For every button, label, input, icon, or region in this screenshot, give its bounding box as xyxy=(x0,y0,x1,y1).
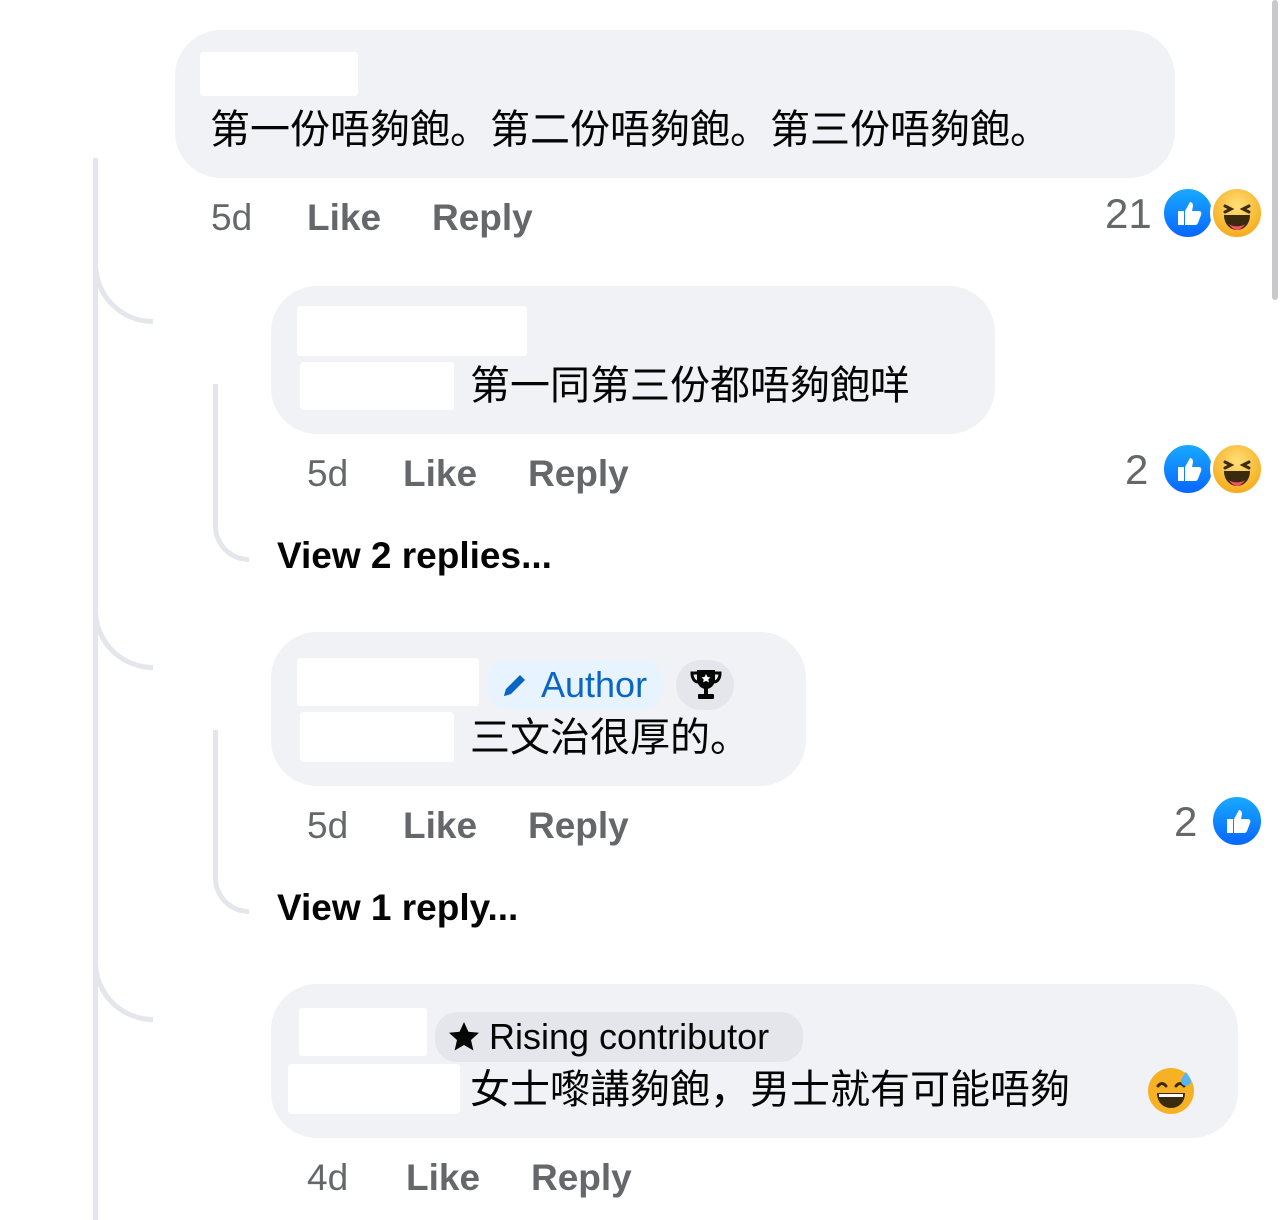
comment-time[interactable]: 5d xyxy=(307,452,348,496)
author-name-redacted[interactable] xyxy=(297,658,479,706)
view-replies-link[interactable]: View 1 reply... xyxy=(277,886,518,930)
like-button[interactable]: Like xyxy=(403,804,477,848)
author-name-redacted[interactable] xyxy=(200,52,358,96)
reply-connector xyxy=(213,730,249,914)
like-icon[interactable] xyxy=(1161,186,1215,240)
reply-button[interactable]: Reply xyxy=(531,1156,632,1200)
haha-icon[interactable] xyxy=(1210,186,1264,240)
comment-time[interactable]: 4d xyxy=(307,1156,348,1200)
author-badge: Author xyxy=(487,660,663,710)
reaction-count[interactable]: 21 xyxy=(1105,190,1152,238)
like-button[interactable]: Like xyxy=(307,196,381,240)
rising-contributor-badge: Rising contributor xyxy=(435,1012,803,1062)
star-icon xyxy=(449,1022,479,1051)
comment-text: 三文治很厚的。 xyxy=(470,715,750,761)
comment-text: 第一同第三份都唔夠飽咩 xyxy=(470,363,910,409)
author-badge-label: Author xyxy=(541,664,648,705)
view-replies-link[interactable]: View 2 replies... xyxy=(277,534,552,578)
comment-text: 第一份唔夠飽。第二份唔夠飽。第三份唔夠飽。 xyxy=(210,107,1050,153)
reply-button[interactable]: Reply xyxy=(528,804,629,848)
thread-connector xyxy=(93,938,153,1022)
like-button[interactable]: Like xyxy=(406,1156,480,1200)
like-icon[interactable] xyxy=(1161,442,1215,496)
like-button[interactable]: Like xyxy=(403,452,477,496)
like-icon[interactable] xyxy=(1210,794,1264,848)
thread-connector xyxy=(93,586,153,670)
reply-button[interactable]: Reply xyxy=(528,452,629,496)
comment-time[interactable]: 5d xyxy=(211,196,252,240)
comment-time[interactable]: 5d xyxy=(307,804,348,848)
reaction-count[interactable]: 2 xyxy=(1174,798,1197,846)
author-name-redacted[interactable] xyxy=(297,306,527,356)
scrollbar[interactable] xyxy=(1268,0,1284,300)
trophy-icon[interactable] xyxy=(676,660,734,710)
pencil-icon xyxy=(504,675,525,696)
author-avatar-redacted[interactable] xyxy=(300,362,454,410)
author-avatar-redacted[interactable] xyxy=(300,712,454,762)
thread-connector xyxy=(93,240,153,324)
reply-connector xyxy=(213,384,249,562)
comment-text: 女士嚟講夠飽，男士就有可能唔夠 xyxy=(470,1067,1070,1113)
reaction-count[interactable]: 2 xyxy=(1125,446,1148,494)
rising-contributor-label: Rising contributor xyxy=(489,1016,770,1057)
thread-line xyxy=(93,158,98,1220)
author-avatar-redacted[interactable] xyxy=(288,1064,460,1114)
author-name-redacted[interactable] xyxy=(299,1008,427,1056)
reply-button[interactable]: Reply xyxy=(432,196,533,240)
haha-icon[interactable] xyxy=(1210,442,1264,496)
sweat-smile-emoji xyxy=(1146,1066,1196,1116)
